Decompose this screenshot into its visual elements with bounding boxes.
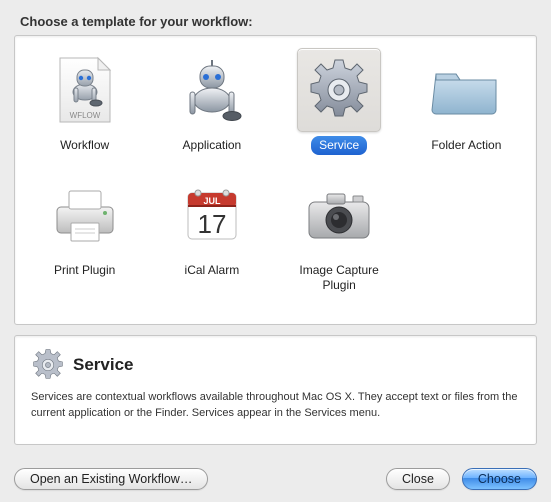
- template-ical-alarm[interactable]: JUL 17 iCal Alarm: [152, 173, 271, 295]
- camera-icon: [297, 173, 381, 257]
- template-print-plugin[interactable]: Print Plugin: [25, 173, 144, 295]
- template-image-capture[interactable]: Image Capture Plugin: [280, 173, 399, 295]
- open-existing-workflow-button[interactable]: Open an Existing Workflow…: [14, 468, 208, 490]
- detail-title: Service: [73, 355, 134, 375]
- template-label: Workflow: [52, 136, 117, 155]
- choose-button[interactable]: Choose: [462, 468, 537, 490]
- template-label: iCal Alarm: [177, 261, 248, 280]
- close-button[interactable]: Close: [386, 468, 450, 490]
- template-folder-action[interactable]: Folder Action: [407, 48, 526, 155]
- template-grid-panel: WFLOW Workflow: [14, 35, 537, 325]
- workflow-document-icon: WFLOW: [43, 48, 127, 132]
- automator-robot-icon: [170, 48, 254, 132]
- template-label: Image Capture Plugin: [280, 261, 399, 295]
- template-label: Folder Action: [423, 136, 509, 155]
- svg-text:17: 17: [197, 209, 226, 239]
- gear-icon: [31, 348, 65, 382]
- dialog-footer: Open an Existing Workflow… Close Choose: [14, 468, 537, 490]
- template-workflow[interactable]: WFLOW Workflow: [25, 48, 144, 155]
- gear-icon: [297, 48, 381, 132]
- svg-text:WFLOW: WFLOW: [69, 111, 100, 120]
- template-application[interactable]: Application: [152, 48, 271, 155]
- dialog-heading: Choose a template for your workflow:: [20, 14, 537, 29]
- folder-icon: [424, 48, 508, 132]
- template-label: Print Plugin: [46, 261, 123, 280]
- calendar-icon: JUL 17: [170, 173, 254, 257]
- template-service[interactable]: Service: [280, 48, 399, 155]
- svg-text:JUL: JUL: [203, 196, 221, 206]
- template-label: Application: [175, 136, 250, 155]
- template-label: Service: [311, 136, 367, 155]
- detail-description: Services are contextual workflows availa…: [31, 390, 520, 422]
- template-detail-panel: Service Services are contextual workflow…: [14, 335, 537, 445]
- printer-icon: [43, 173, 127, 257]
